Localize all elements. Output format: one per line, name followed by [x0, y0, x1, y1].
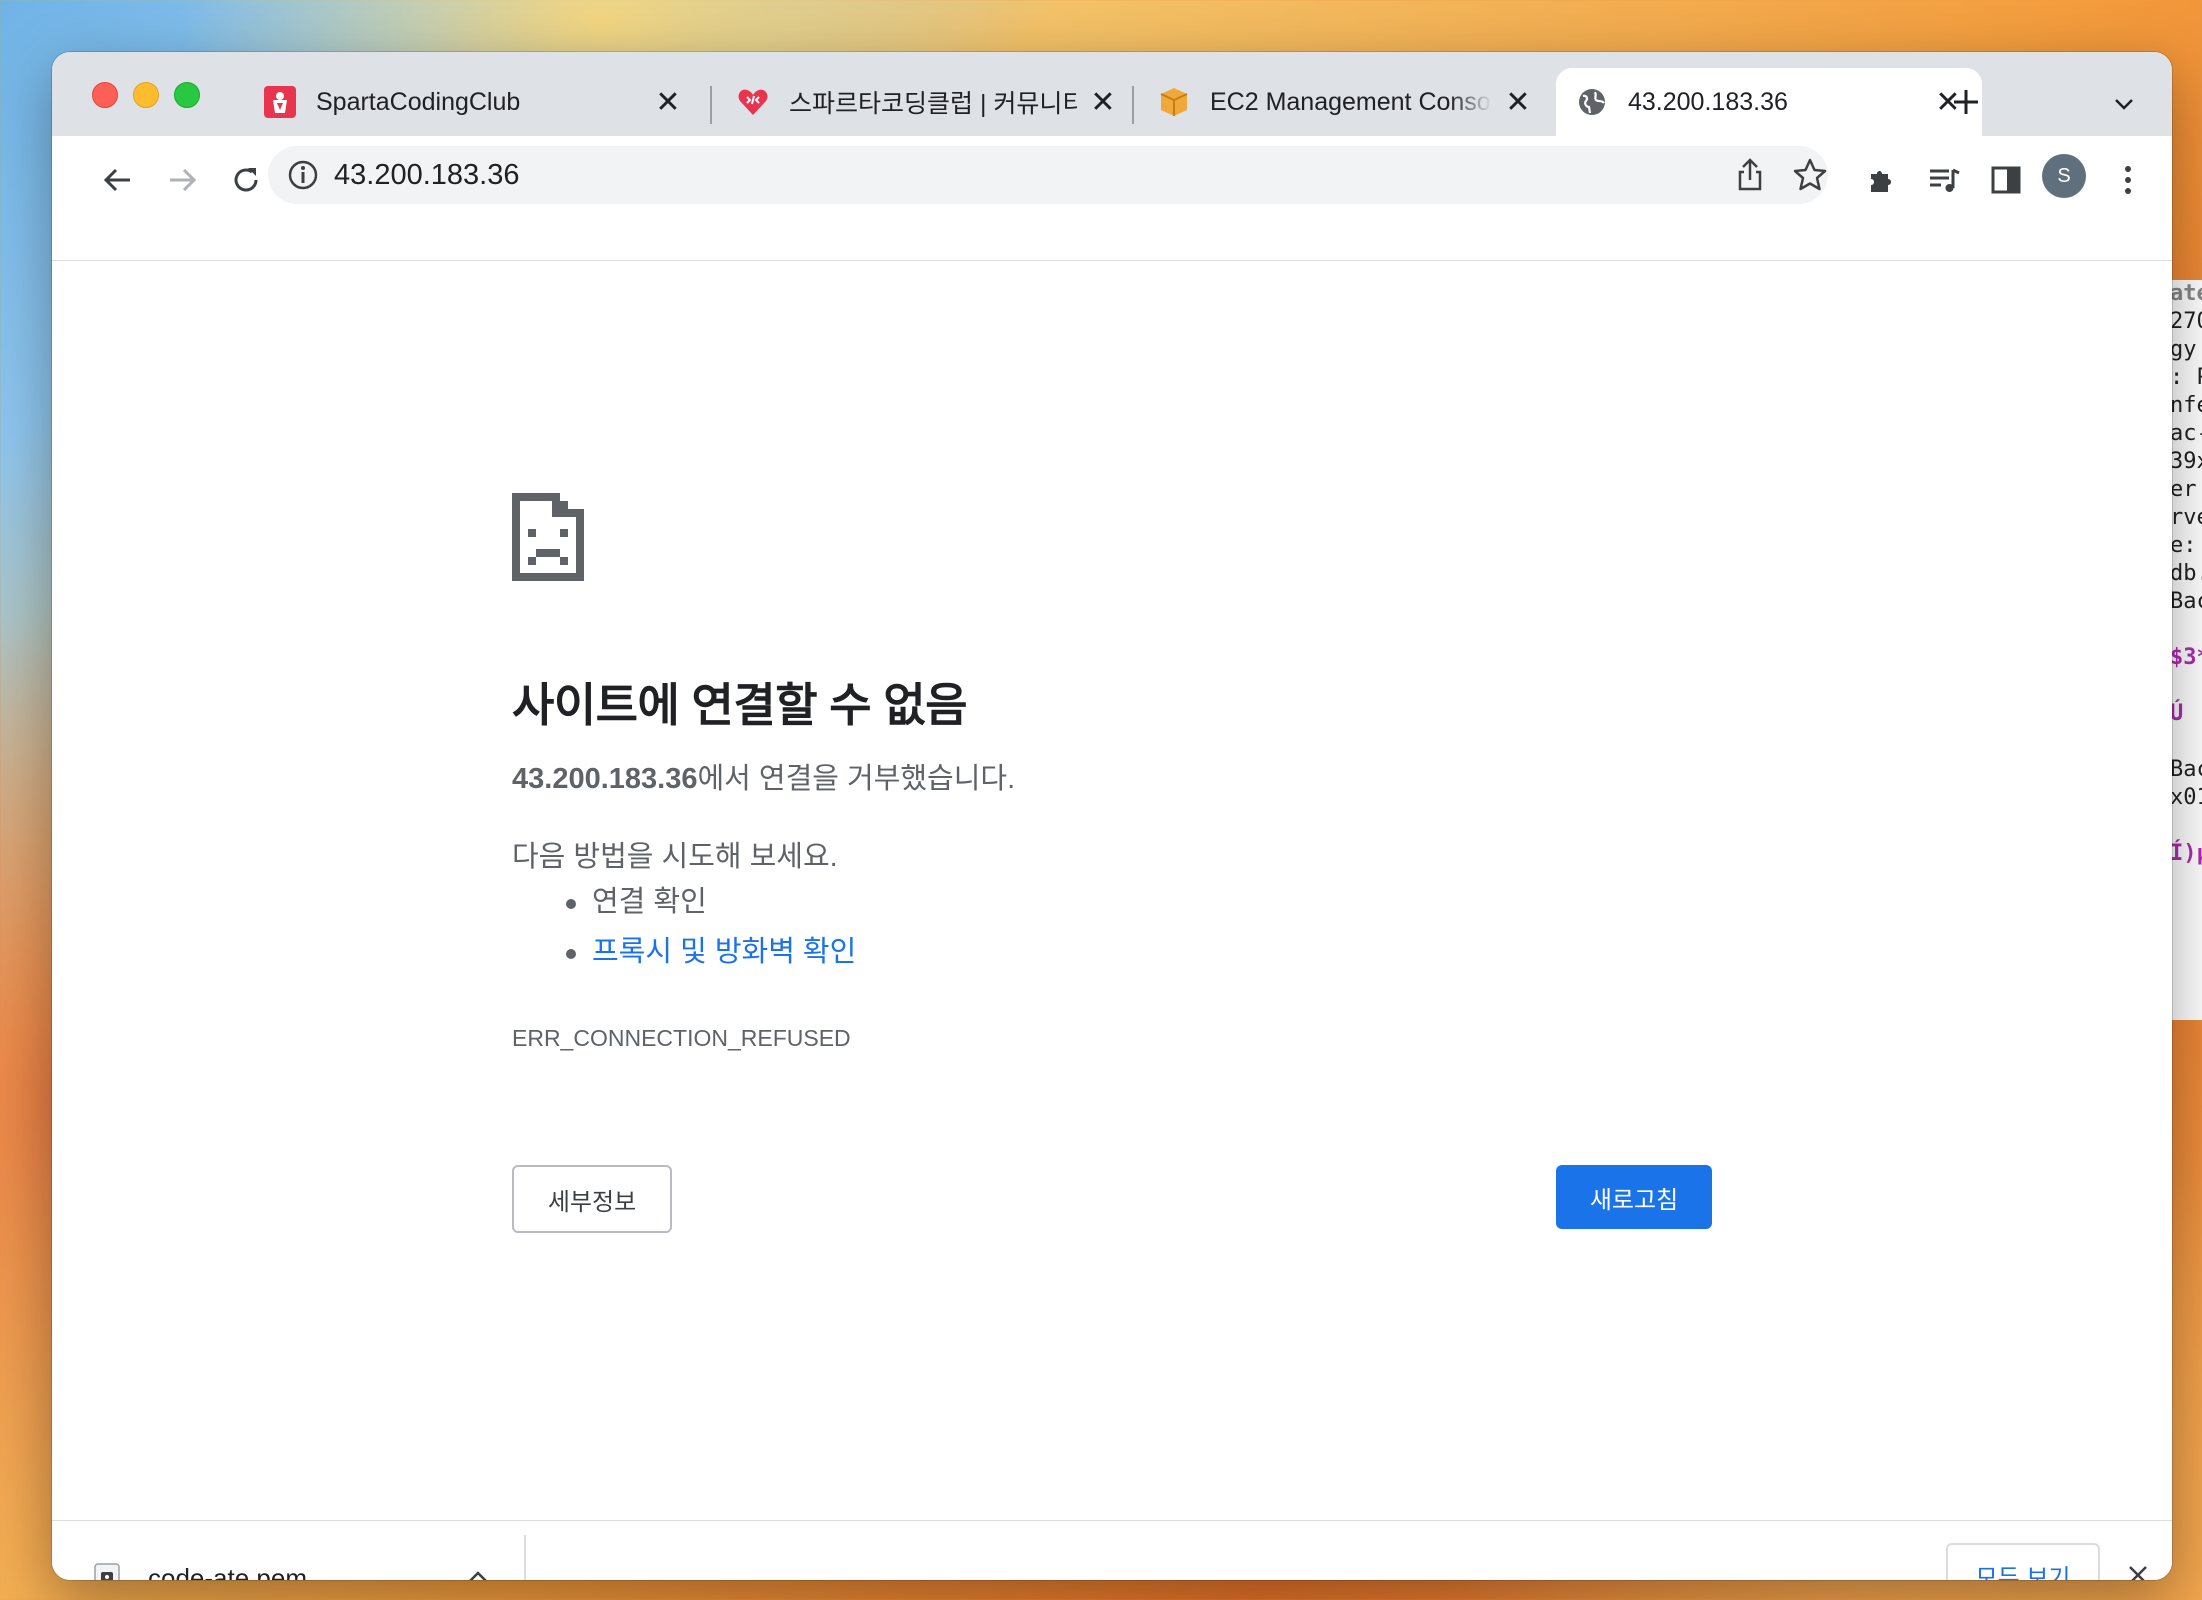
aws-box-icon [1158, 86, 1190, 118]
terminal-line: 39x [2170, 449, 2202, 474]
browser-window: SpartaCodingClub ✕ 스파르타코딩클럽 | 커뮤니티 ✕ EC2… [52, 52, 2172, 1580]
error-description: 43.200.183.36에서 연결을 거부했습니다. [512, 755, 1015, 797]
close-window-button[interactable] [92, 82, 118, 108]
bookmark-star-icon[interactable] [1790, 155, 1830, 195]
tab-divider [1132, 86, 1134, 124]
terminal-line: : P [2170, 365, 2202, 390]
download-item[interactable]: code-ate.pem [52, 1521, 524, 1580]
address-bar-url[interactable]: 43.200.183.36 [334, 159, 519, 192]
terminal-line: x01 [2170, 785, 2202, 810]
back-arrow-icon[interactable] [94, 156, 142, 204]
address-bar[interactable]: 43.200.183.36 [268, 146, 1828, 204]
tab-ec2-console[interactable]: EC2 Management Console ✕ [1138, 68, 1552, 136]
background-terminal-window: ate 270 gy : P nfe ac- 39x er rve e: db.… [2170, 280, 2202, 1020]
error-code: ERR_CONNECTION_REFUSED [512, 1025, 851, 1051]
downloads-divider [524, 1535, 526, 1580]
terminal-line: Bac [2170, 589, 2202, 614]
download-filename: code-ate.pem [148, 1563, 307, 1580]
terminal-line: 270 [2170, 309, 2202, 334]
globe-icon [1576, 86, 1608, 118]
new-tab-button[interactable] [1944, 80, 1988, 124]
tab-search-chevron-down-icon[interactable] [2104, 84, 2144, 124]
profile-avatar[interactable]: S [2042, 154, 2086, 198]
tab-active-ip[interactable]: 43.200.183.36 ✕ [1556, 68, 1982, 136]
forward-arrow-icon[interactable] [158, 156, 206, 204]
browser-toolbar: 43.200.183.36 S [52, 136, 2172, 261]
close-icon[interactable]: ✕ [1089, 86, 1117, 119]
tab-community[interactable]: 스파르타코딩클럽 | 커뮤니티 ✕ [717, 68, 1137, 136]
minimize-window-button[interactable] [133, 82, 159, 108]
tab-sparta-coding-club[interactable]: SpartaCodingClub ✕ [244, 68, 702, 136]
details-button[interactable]: 세부정보 [512, 1165, 672, 1233]
extensions-puzzle-icon[interactable] [1858, 156, 1906, 204]
close-icon[interactable]: ✕ [654, 86, 682, 119]
suggestion-check-proxy-firewall-link[interactable]: 프록시 및 방화벽 확인 [512, 927, 856, 977]
terminal-line: gy [2170, 337, 2197, 362]
share-icon[interactable] [1730, 155, 1770, 195]
file-icon [94, 1563, 120, 1580]
terminal-line: ate [2170, 281, 2202, 306]
terminal-line: Í)µ [2170, 841, 2202, 866]
terminal-line: $3* [2170, 645, 2202, 670]
terminal-line: ac- [2170, 421, 2202, 446]
sad-document-icon [512, 493, 584, 581]
side-panel-icon[interactable] [1982, 156, 2030, 204]
close-icon[interactable] [2122, 1559, 2154, 1580]
tab-title: 스파르타코딩클럽 | 커뮤니티 [789, 90, 1077, 118]
suggestions-list: 연결 확인 프록시 및 방화벽 확인 [512, 877, 856, 977]
terminal-line: er [2170, 477, 2197, 502]
tab-divider [710, 86, 712, 124]
tab-strip: SpartaCodingClub ✕ 스파르타코딩클럽 | 커뮤니티 ✕ EC2… [52, 52, 2172, 136]
close-icon[interactable]: ✕ [1504, 86, 1532, 119]
terminal-line: nfe [2170, 393, 2202, 418]
error-title: 사이트에 연결할 수 없음 [512, 679, 968, 731]
site-info-icon[interactable] [286, 158, 320, 192]
chevron-up-icon[interactable] [462, 1561, 494, 1580]
community-heart-icon [737, 86, 769, 118]
terminal-line: rve [2170, 505, 2202, 530]
error-message: 에서 연결을 거부했습니다. [697, 763, 1016, 795]
downloads-bar: code-ate.pem 모두 보기 [52, 1520, 2172, 1580]
menu-kebab-icon[interactable] [2104, 156, 2152, 204]
media-controls-icon[interactable] [1920, 156, 1968, 204]
sparta-logo-icon [264, 86, 296, 118]
terminal-line: Ú [2170, 701, 2184, 726]
terminal-line: db. [2170, 561, 2202, 586]
show-all-downloads-button[interactable]: 모두 보기 [1946, 1543, 2100, 1580]
suggestion-check-connection: 연결 확인 [512, 877, 856, 927]
error-page: 사이트에 연결할 수 없음 43.200.183.36에서 연결을 거부했습니다… [52, 261, 2172, 1520]
terminal-line: Bac [2170, 757, 2202, 782]
maximize-window-button[interactable] [174, 82, 200, 108]
tab-title: 43.200.183.36 [1628, 87, 1788, 116]
error-host: 43.200.183.36 [512, 763, 698, 795]
tab-title: EC2 Management Console [1210, 87, 1492, 116]
terminal-line: e: [2170, 533, 2197, 558]
suggestions-heading: 다음 방법을 시도해 보세요. [512, 841, 838, 873]
tab-title: SpartaCodingClub [316, 87, 521, 116]
reload-icon[interactable] [222, 156, 270, 204]
reload-button[interactable]: 새로고침 [1556, 1165, 1712, 1229]
